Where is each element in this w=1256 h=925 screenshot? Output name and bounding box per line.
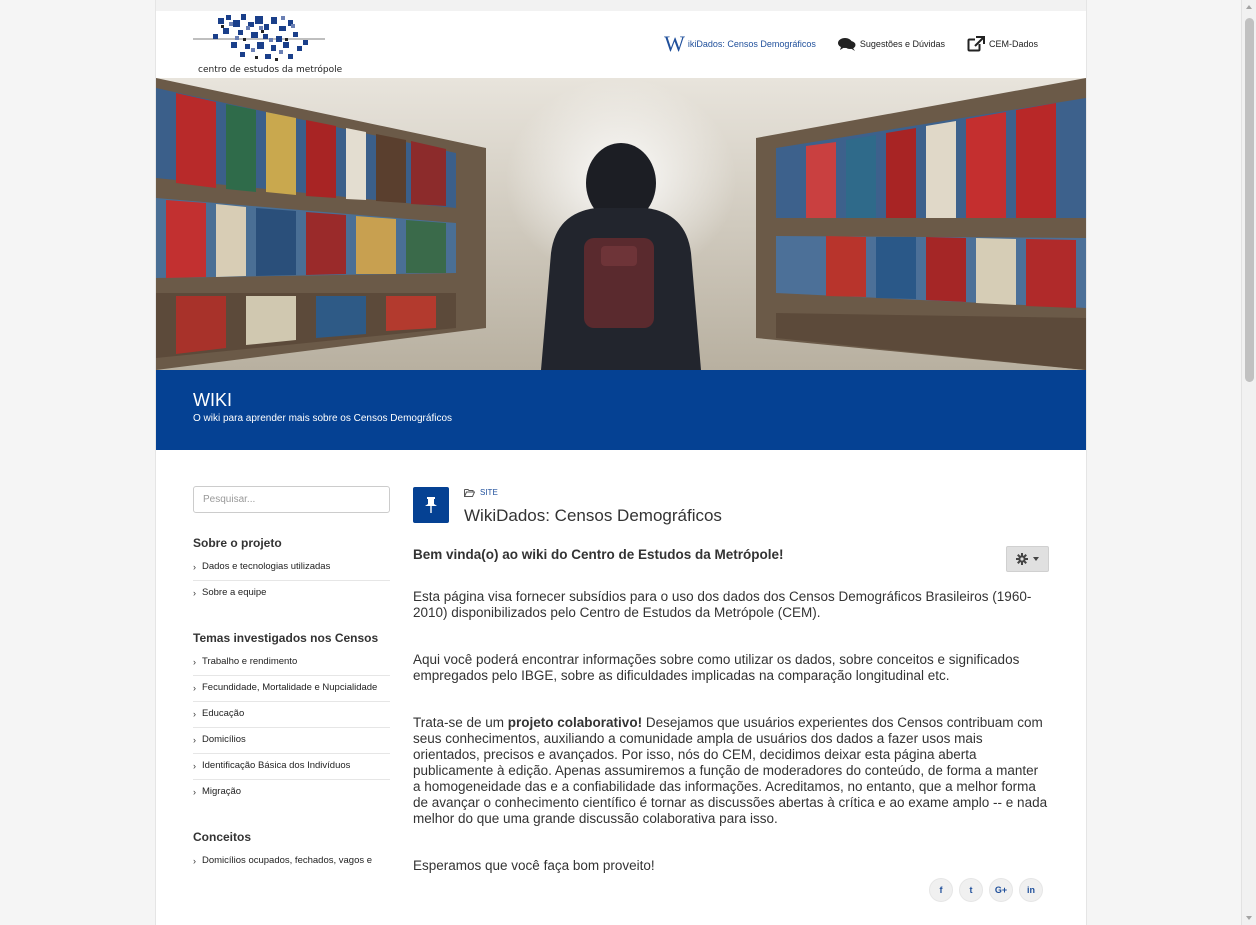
nav-sugestoes[interactable]: Sugestões e Dúvidas bbox=[837, 37, 945, 51]
chevron-right-icon: › bbox=[193, 855, 196, 866]
search-input[interactable] bbox=[193, 486, 390, 513]
breadcrumb-site-link[interactable]: SITE bbox=[480, 488, 498, 497]
vertical-scrollbar[interactable] bbox=[1241, 0, 1256, 925]
twitter-icon[interactable]: t bbox=[959, 878, 983, 902]
banner-subtitle: O wiki para aprender mais sobre os Censo… bbox=[193, 413, 452, 424]
article-paragraph-2: Aqui você poderá encontrar informações s… bbox=[413, 652, 1020, 683]
chevron-right-icon: › bbox=[193, 682, 196, 693]
paragraph-3-intro: Trata-se de um bbox=[413, 715, 508, 730]
chevron-right-icon: › bbox=[193, 760, 196, 771]
sidebar-item-label: Domicílios bbox=[202, 734, 246, 745]
sidebar: Sobre o projeto › Dados e tecnologias uti… bbox=[193, 486, 390, 874]
sidebar-item-label: Trabalho e rendimento bbox=[202, 656, 298, 667]
banner-title: WIKI bbox=[193, 390, 232, 410]
sidebar-item-migracao[interactable]: › Migração bbox=[193, 780, 390, 805]
nav-wikidados-label: ikiDados: Censos Demográficos bbox=[687, 39, 816, 49]
nav-wikidados[interactable]: W ikiDados: Censos Demográficos bbox=[664, 33, 816, 55]
sidebar-item-domicilios-ocupados[interactable]: › Domicílios ocupados, fechados, vagos e bbox=[193, 849, 390, 874]
chevron-right-icon: › bbox=[193, 734, 196, 745]
article-paragraph-1: Esta página visa fornecer subsídios para… bbox=[413, 589, 1032, 620]
sidebar-item-educacao[interactable]: › Educação bbox=[193, 702, 390, 728]
sidebar-item-label: Fecundidade, Mortalidade e Nupcialidade bbox=[202, 682, 378, 693]
sidebar-item-label: Dados e tecnologias utilizadas bbox=[202, 561, 331, 572]
sidebar-item-label: Domicílios ocupados, fechados, vagos e bbox=[202, 855, 373, 866]
external-link-icon bbox=[967, 36, 985, 52]
comments-icon bbox=[837, 37, 856, 51]
wikipedia-w-icon: W bbox=[664, 31, 685, 56]
scroll-up-arrow-icon[interactable] bbox=[1246, 5, 1252, 9]
sidebar-item-domicilios[interactable]: › Domicílios bbox=[193, 728, 390, 754]
top-strip bbox=[156, 0, 1086, 11]
sidebar-item-label: Migração bbox=[202, 786, 242, 797]
chevron-right-icon: › bbox=[193, 786, 196, 797]
page-container: centro de estudos da metrópole W ikiDado… bbox=[155, 0, 1087, 925]
sidebar-item-trabalho[interactable]: › Trabalho e rendimento bbox=[193, 650, 390, 676]
share-buttons: f t G+ in bbox=[929, 878, 1049, 902]
hero-image-library bbox=[156, 78, 1086, 370]
facebook-icon[interactable]: f bbox=[929, 878, 953, 902]
logo-text: centro de estudos da metrópole bbox=[198, 65, 343, 75]
google-plus-icon[interactable]: G+ bbox=[989, 878, 1013, 902]
wiki-banner: WIKI O wiki para aprender mais sobre os … bbox=[156, 370, 1086, 450]
site-header: centro de estudos da metrópole W ikiDado… bbox=[156, 11, 1086, 78]
logo-mosaic-icon bbox=[193, 14, 325, 61]
sidebar-heading-temas: Temas investigados nos Censos bbox=[193, 631, 379, 645]
sidebar-item-label: Educação bbox=[202, 708, 245, 719]
scroll-down-arrow-icon[interactable] bbox=[1246, 916, 1252, 920]
scrollbar-thumb[interactable] bbox=[1245, 18, 1254, 382]
sidebar-item-sobre-equipe[interactable]: › Sobre a equipe bbox=[193, 581, 390, 606]
sidebar-list-conceitos: › Domicílios ocupados, fechados, vagos e bbox=[193, 849, 390, 874]
sidebar-item-dados-tecnologias[interactable]: › Dados e tecnologias utilizadas bbox=[193, 555, 390, 581]
sidebar-item-fecundidade[interactable]: › Fecundidade, Mortalidade e Nupcialidade bbox=[193, 676, 390, 702]
nav-cem-dados-label: CEM-Dados bbox=[988, 39, 1038, 49]
chevron-right-icon: › bbox=[193, 656, 196, 667]
sidebar-item-label: Identificação Básica dos Indivíduos bbox=[202, 760, 351, 771]
folder-open-icon bbox=[464, 488, 475, 497]
cem-logo[interactable]: centro de estudos da metrópole bbox=[193, 12, 342, 76]
nav-sugestoes-label: Sugestões e Dúvidas bbox=[859, 39, 945, 49]
article-paragraph-3: Trata-se de um projeto colaborativo! Des… bbox=[413, 715, 1049, 827]
article-body: Bem vinda(o) ao wiki do Centro de Estudo… bbox=[413, 547, 1049, 905]
top-nav: W ikiDados: Censos Demográficos Sugestõe… bbox=[642, 33, 1038, 55]
chevron-right-icon: › bbox=[193, 561, 196, 572]
linkedin-icon[interactable]: in bbox=[1019, 878, 1043, 902]
article-paragraph-4: Esperamos que você faça bom proveito! bbox=[413, 858, 655, 873]
sidebar-list-temas: › Trabalho e rendimento › Fecundidade, Mor… bbox=[193, 650, 390, 805]
sidebar-item-identificacao[interactable]: › Identificação Básica dos Indivíduos bbox=[193, 754, 390, 780]
paragraph-3-rest: Desejamos que usuários experientes dos C… bbox=[413, 715, 1048, 826]
sidebar-item-label: Sobre a equipe bbox=[202, 587, 267, 598]
nav-cem-dados[interactable]: CEM-Dados bbox=[967, 36, 1038, 52]
pin-icon bbox=[413, 487, 449, 523]
sidebar-list-sobre: › Dados e tecnologias utilizadas › Sobre a… bbox=[193, 555, 390, 606]
chevron-right-icon: › bbox=[193, 708, 196, 719]
article-heading: Bem vinda(o) ao wiki do Centro de Estudo… bbox=[413, 547, 784, 562]
sidebar-heading-sobre: Sobre o projeto bbox=[193, 536, 282, 550]
sidebar-heading-conceitos: Conceitos bbox=[193, 830, 252, 844]
page-title: WikiDados: Censos Demográficos bbox=[464, 506, 722, 525]
chevron-right-icon: › bbox=[193, 587, 196, 598]
breadcrumb: SITE bbox=[464, 488, 498, 497]
paragraph-3-bold: projeto colaborativo! bbox=[507, 715, 643, 730]
